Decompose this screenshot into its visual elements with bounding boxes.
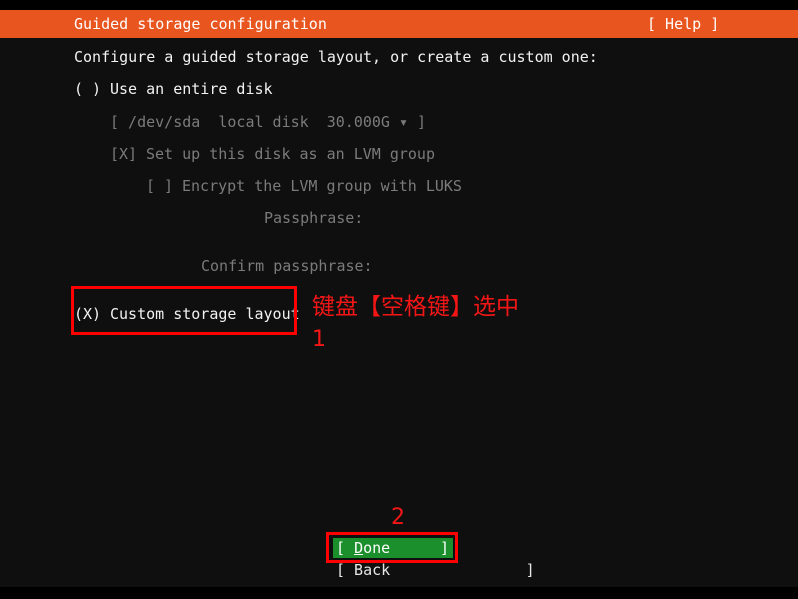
- radio-use-entire-disk-label[interactable]: Use an entire disk: [110, 80, 273, 98]
- done-label-rest: one: [363, 539, 391, 557]
- radio-use-entire-disk-marker[interactable]: ( ): [74, 80, 101, 98]
- back-button[interactable]: [ Back ]: [333, 560, 535, 580]
- checkbox-luks-encrypt-label[interactable]: Encrypt the LVM group with LUKS: [182, 177, 462, 195]
- done-open-bracket: [: [336, 539, 355, 557]
- done-button[interactable]: [ Done]: [333, 538, 453, 558]
- disk-select-dropdown[interactable]: [ /dev/sda local disk 30.000G ▾ ]: [110, 113, 426, 131]
- annotation-step-2: 2: [391, 505, 405, 530]
- configure-prompt: Configure a guided storage layout, or cr…: [74, 48, 598, 66]
- done-close-bracket: ]: [439, 539, 449, 557]
- annotation-step-1: 1: [312, 327, 326, 352]
- checkbox-lvm-group-label[interactable]: Set up this disk as an LVM group: [146, 145, 435, 163]
- done-button-wrap[interactable]: [ Done]: [333, 538, 453, 558]
- checkbox-luks-encrypt-marker[interactable]: [ ]: [146, 177, 173, 195]
- help-button[interactable]: [ Help ]: [647, 13, 719, 35]
- checkbox-lvm-group-marker[interactable]: [X]: [110, 145, 137, 163]
- bottom-letterbox: [0, 587, 798, 599]
- annotation-instruction-text: 键盘【空格键】选中: [312, 294, 519, 320]
- passphrase-label: Passphrase:: [264, 209, 364, 227]
- confirm-passphrase-label: Confirm passphrase:: [201, 257, 373, 275]
- page-title: Guided storage configuration: [74, 15, 327, 33]
- done-accel-letter: D: [354, 539, 364, 557]
- annotation-highlight-box-custom-layout: [71, 286, 297, 335]
- terminal-screen: Guided storage configuration [ Help ] Co…: [0, 0, 798, 599]
